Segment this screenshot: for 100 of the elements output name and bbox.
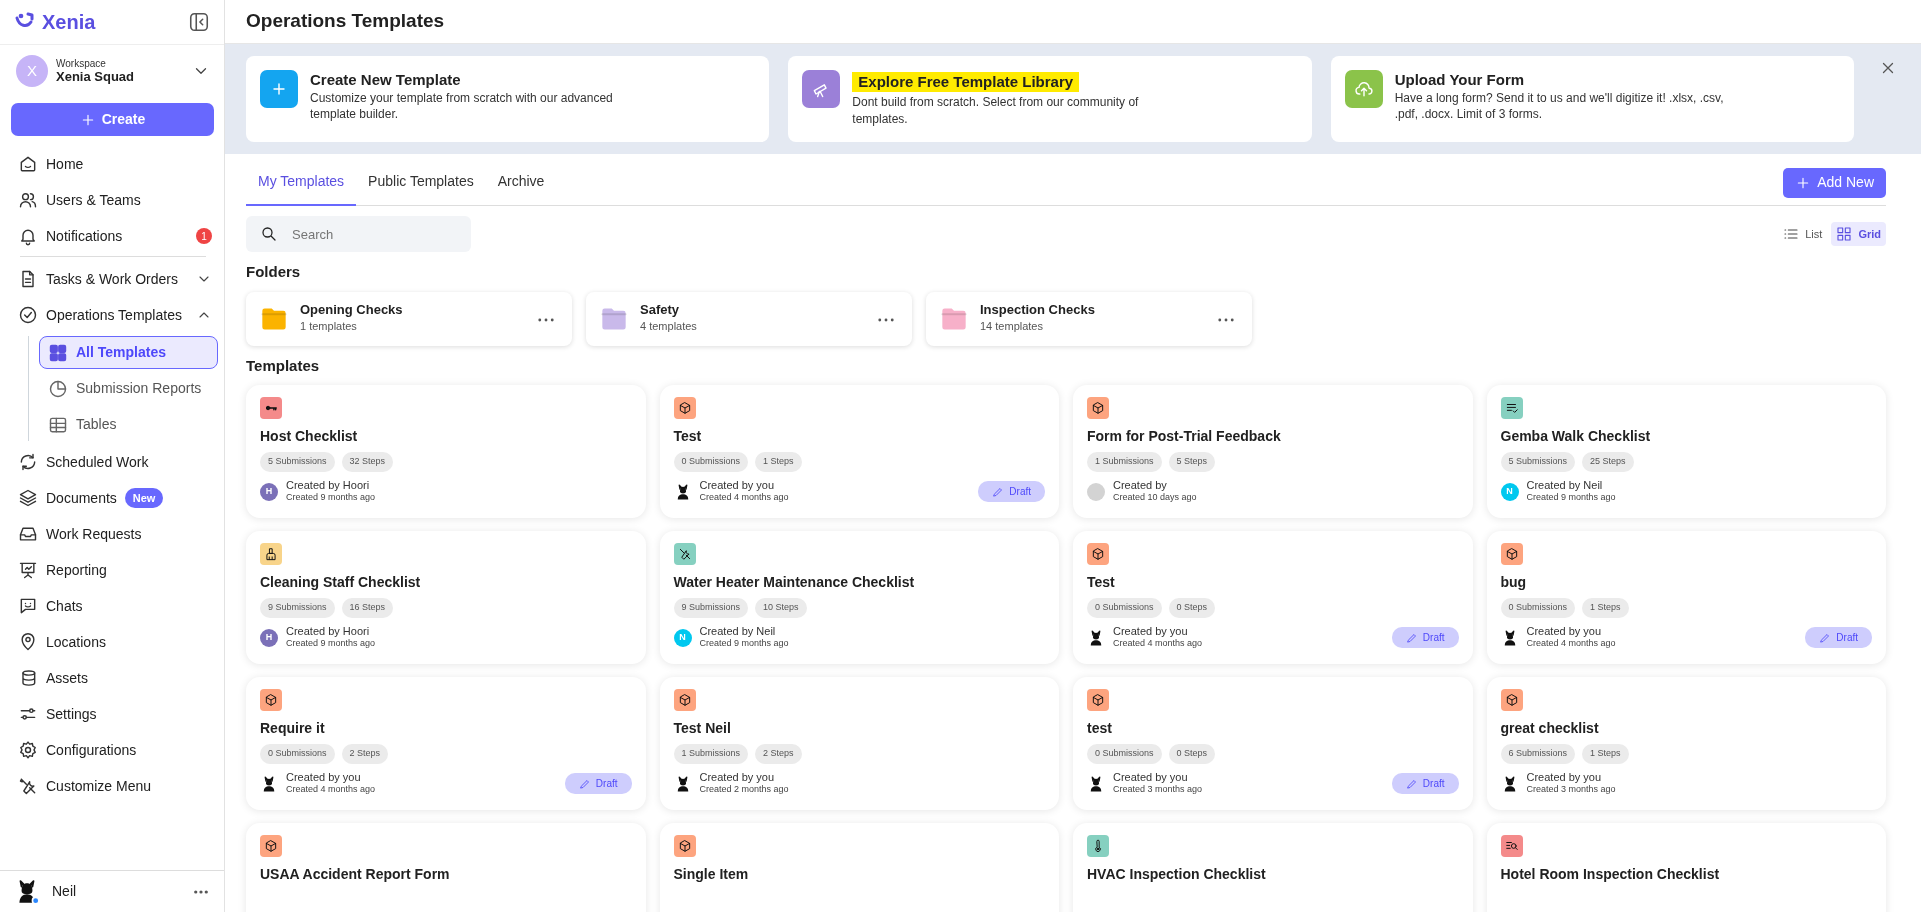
submissions-count: 9 Submissions [673,598,749,618]
folder-card[interactable]: Opening Checks 1 templates [246,291,572,346]
user-name: Neil [52,882,77,901]
tab[interactable]: Public Templates [356,159,486,206]
template-card[interactable]: Test 0 Submissions 0 Steps Created by you Created 4 months ago Draft [1073,531,1473,664]
nav-item[interactable]: Chats [8,588,218,624]
submissions-count: 6 Submissions [1500,744,1576,764]
pie-chart-icon [48,378,68,399]
folder-card[interactable]: Safety 4 templates [586,291,912,346]
nav-item[interactable]: Reporting [8,552,218,588]
submissions-count: 9 Submissions [260,598,335,618]
created-by: Created by you [1113,770,1189,784]
nav-item[interactable]: Users & Teams [8,182,218,218]
create-button[interactable]: Create [11,103,214,136]
grid-icon [1836,226,1853,242]
view-toggle-button[interactable]: List [1778,221,1828,247]
draft-status-button[interactable]: Draft [978,481,1045,503]
refresh-icon [18,452,38,472]
template-card[interactable]: HVAC Inspection Checklist [1073,823,1473,912]
nav-item[interactable]: Work Requests [8,516,218,552]
created-by: Created by Neil [699,624,777,638]
nav-item[interactable]: Operations Templates [8,297,218,333]
template-card[interactable]: Cleaning Staff Checklist 9 Submissions 16 Steps H Created by Hoori Created 9 months ago [246,531,646,664]
view-toggle-button[interactable]: Grid [1831,221,1886,247]
template-card[interactable]: Single Item [659,823,1059,912]
template-title: Gemba Walk Checklist [1500,427,1652,446]
draft-status-button[interactable]: Draft [1805,627,1872,649]
created-date: Created 3 months ago [1526,783,1616,797]
layers-icon [18,488,38,508]
submissions-count: 0 Submissions [260,744,335,764]
template-card[interactable]: Require it 0 Submissions 2 Steps Created by you Created 4 months ago Draft [246,677,646,810]
created-date: Created 2 months ago [699,783,789,797]
created-date: Created 9 months ago [1526,491,1616,505]
author-avatar: H [260,628,278,647]
nav-subitem[interactable]: All Templates [39,336,218,369]
template-card[interactable]: Gemba Walk Checklist 5 Submissions 25 Steps N Created by Neil Created 9 months ago [1486,385,1886,518]
nav-subitem[interactable]: Submission Reports [39,372,218,405]
template-title: Test [673,427,703,446]
submissions-count: 0 Submissions [673,452,749,472]
template-card[interactable]: Host Checklist 5 Submissions 32 Steps H Created by Hoori Created 9 months ago [246,385,646,518]
nav-item[interactable]: Assets [8,660,218,696]
steps-count: 2 Steps [341,744,389,764]
template-title: Single Item [673,865,750,884]
folder-count: 1 templates [300,319,358,335]
nav-item[interactable]: Configurations [8,732,218,768]
nav-item[interactable]: Documents New [8,480,218,516]
banner-description: Customize your template from scratch with our advanced template builder. [310,89,614,124]
banner-title: Explore Free Template Library [852,72,1080,92]
nav-item[interactable]: Locations [8,624,218,660]
created-by: Created by you [1526,624,1603,638]
banner-card[interactable]: Create New Template Customize your template from scratch with our advanced template builder. [246,56,770,142]
cloud-upload-icon [1353,79,1374,99]
template-title: Test [1087,573,1116,592]
tab[interactable]: Archive [485,159,557,206]
workspace-switcher[interactable]: X Workspace Xenia Squad [0,45,224,95]
search-icon [260,225,278,243]
search-field[interactable]: Search [246,216,471,252]
collapse-sidebar-icon[interactable] [188,11,210,33]
template-card[interactable]: great checklist 6 Submissions 1 Steps Created by you Created 3 months ago [1486,677,1886,810]
inbox-icon [18,524,38,544]
pencil-icon [1819,631,1832,644]
pencil-icon [1405,631,1418,644]
workspace-avatar: X [16,55,48,87]
user-profile-row[interactable]: Neil [0,870,224,912]
draft-status-button[interactable]: Draft [564,773,632,795]
template-card[interactable]: test 0 Submissions 0 Steps Created by you Created 3 months ago Draft [1073,677,1473,810]
submissions-count: 1 Submissions [673,744,749,764]
banner-card[interactable]: Upload Your Form Have a long form? Send it to us and we'll digitize it! .xlsx, .csv, .pdf, .docx. Limit of 3 forms. [1330,56,1854,142]
template-card[interactable]: bug 0 Submissions 1 Steps Created by you Created 4 months ago Draft [1486,531,1886,664]
created-by: Created by Hoori [286,478,371,492]
add-new-button[interactable]: Add New [1783,167,1886,198]
template-card[interactable]: Test 0 Submissions 1 Steps Created by you Created 4 months ago Draft [659,385,1059,518]
steps-count: 16 Steps [341,598,394,618]
created-by: Created by Neil [1526,478,1604,492]
tab[interactable]: My Templates [246,159,357,206]
template-card[interactable]: Form for Post-Trial Feedback 1 Submissions 5 Steps Created by Created 10 days ago [1073,385,1473,518]
draft-status-button[interactable]: Draft [1391,773,1459,795]
template-card[interactable]: Hotel Room Inspection Checklist [1486,823,1886,912]
submissions-count: 5 Submissions [260,452,335,472]
steps-count: 5 Steps [1168,452,1216,472]
nav-item[interactable]: Home [8,146,218,182]
template-card[interactable]: Test Neil 1 Submissions 2 Steps Created by you Created 2 months ago [659,677,1059,810]
nav-item[interactable]: Settings [8,696,218,732]
pencil-icon [1405,777,1418,790]
template-card[interactable]: USAA Accident Report Form [246,823,646,912]
nav-item[interactable]: Tasks & Work Orders [8,261,218,297]
more-options-icon [1218,317,1234,322]
draft-status-button[interactable]: Draft [1391,627,1459,649]
submissions-count: 1 Submissions [1087,452,1162,472]
author-avatar: N [673,628,692,647]
template-card[interactable]: Water Heater Maintenance Checklist 9 Submissions 10 Steps N Created by Neil Created 9 months ago [659,531,1059,664]
nav-subitem[interactable]: Tables [39,408,218,441]
banner-card[interactable]: Explore Free Template Library Dont build from scratch. Select from our community of templates. [788,56,1312,142]
home-icon [18,154,38,174]
pencil-icon [992,485,1005,498]
nav-item[interactable]: Notifications 1 [8,218,218,254]
folder-card[interactable]: Inspection Checks 14 templates [926,291,1252,346]
created-by: Created by you [699,478,776,492]
nav-item[interactable]: Customize Menu [8,768,218,804]
nav-item[interactable]: Scheduled Work [8,444,218,480]
